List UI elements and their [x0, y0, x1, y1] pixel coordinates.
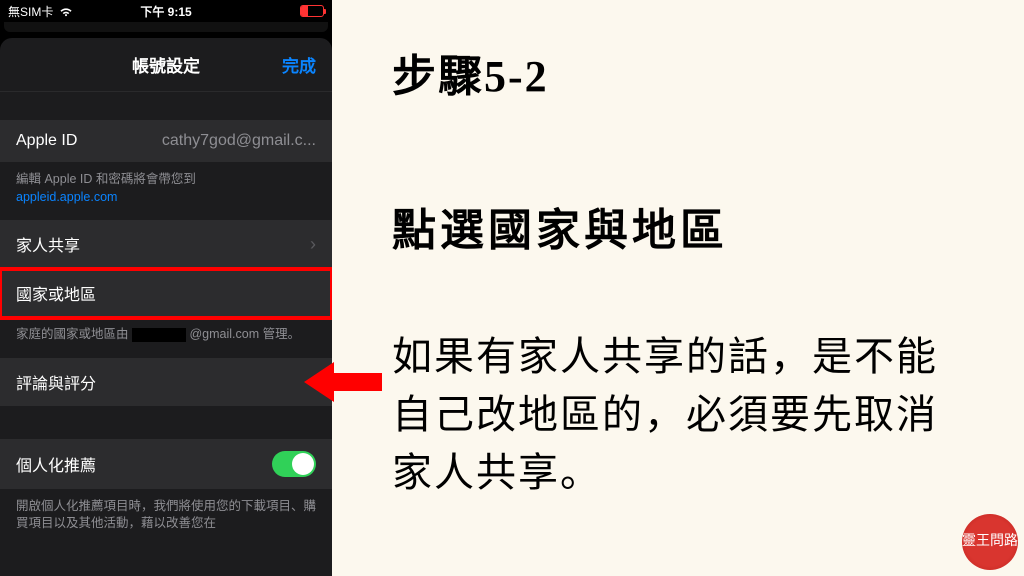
- personalized-recs-row[interactable]: 個人化推薦: [0, 439, 332, 490]
- personalized-recs-label: 個人化推薦: [16, 452, 96, 476]
- status-bar: 無SIM卡 下午 9:15: [0, 0, 332, 22]
- apple-id-link[interactable]: appleid.apple.com: [16, 190, 117, 204]
- done-button[interactable]: 完成: [282, 52, 316, 77]
- personalized-recs-toggle[interactable]: [272, 451, 316, 477]
- family-sharing-label: 家人共享: [16, 232, 80, 256]
- annotation-body: 如果有家人共享的話，是不能自己改地區的，必須要先取消家人共享。: [392, 328, 974, 502]
- wifi-icon: [59, 6, 73, 16]
- country-region-label: 國家或地區: [16, 281, 96, 305]
- arrow-icon: [304, 360, 382, 404]
- apple-id-value: cathy7god@gmail.c...: [93, 132, 316, 150]
- apple-id-note: 編輯 Apple ID 和密碼將會帶您到 appleid.apple.com: [0, 163, 332, 220]
- background-card: [4, 22, 328, 32]
- seal-stamp: 靈王問路: [962, 514, 1018, 570]
- personalized-recs-note: 開啟個人化推薦項目時，我們將使用您的下載項目、購買項目以及其他活動，藉以改善您在: [0, 490, 332, 547]
- apple-id-note-text: 編輯 Apple ID 和密碼將會帶您到: [16, 172, 196, 186]
- redacted-email: [132, 328, 186, 342]
- seal-text: 靈王問路: [962, 534, 1018, 549]
- country-region-row[interactable]: 國家或地區 台灣: [0, 269, 332, 318]
- region-note: 家庭的國家或地區由 @gmail.com 管理。: [0, 318, 332, 358]
- modal-title: 帳號設定: [132, 52, 200, 77]
- family-sharing-row[interactable]: 家人共享 ›: [0, 220, 332, 269]
- modal-header: 帳號設定 完成: [0, 38, 332, 92]
- region-note-post: @gmail.com 管理。: [189, 327, 300, 341]
- annotation-step: 步驟5-2: [392, 40, 974, 104]
- sim-status: 無SIM卡: [8, 3, 53, 20]
- region-note-pre: 家庭的國家或地區由: [16, 327, 129, 341]
- chevron-right-icon: ›: [310, 234, 316, 255]
- reviews-ratings-label: 評論與評分: [16, 370, 96, 394]
- annotation-panel: 步驟5-2 點選國家與地區 如果有家人共享的話，是不能自己改地區的，必須要先取消…: [332, 0, 1024, 576]
- annotation-heading: 點選國家與地區: [392, 194, 974, 258]
- status-time: 下午 9:15: [113, 3, 218, 20]
- battery-icon: [300, 5, 324, 17]
- phone-screenshot: 無SIM卡 下午 9:15 帳號設定 完成 Apple ID cathy7god…: [0, 0, 332, 576]
- reviews-ratings-row[interactable]: 評論與評分 ›: [0, 358, 332, 407]
- apple-id-row[interactable]: Apple ID cathy7god@gmail.c...: [0, 120, 332, 163]
- account-settings-modal: 帳號設定 完成 Apple ID cathy7god@gmail.c... 編輯…: [0, 38, 332, 576]
- apple-id-label: Apple ID: [16, 132, 77, 150]
